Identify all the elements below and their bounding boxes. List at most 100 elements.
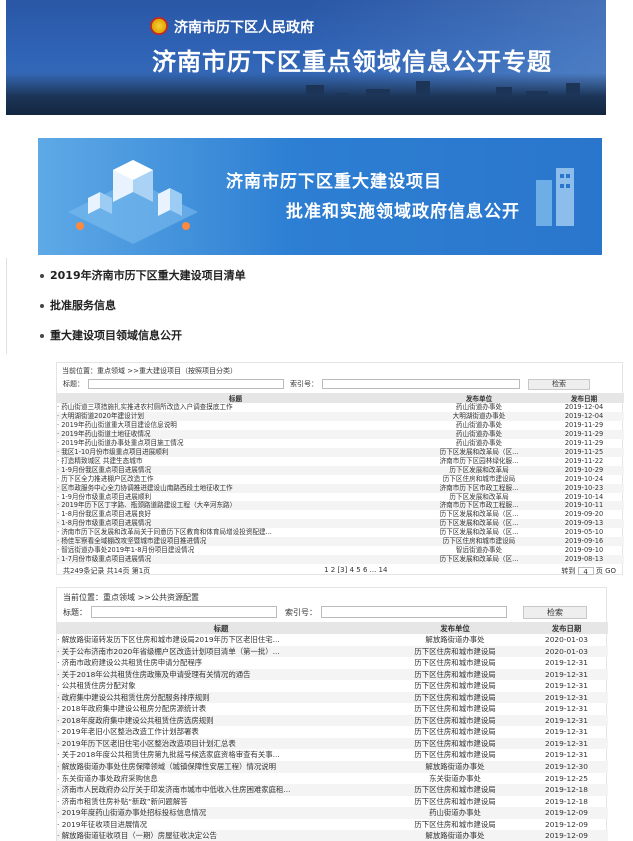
table-row[interactable]: · 1-8月份市级重点项目进展情况 历下区发展和改革局（区... 2019-09-1…	[57, 519, 624, 529]
row-title-link[interactable]: · 2018年政府集中建设公租房分配房源统计表	[57, 703, 385, 715]
index-search-input[interactable]	[321, 606, 507, 618]
row-date: 2019-05-10	[564, 528, 604, 537]
table-row[interactable]: · 大明湖街道2020年建设计划 大明湖街道办事处 2019-12-04	[57, 411, 624, 421]
row-title-link[interactable]: · 1-8月份我区重点项目进展良好	[57, 510, 414, 519]
index-label: 索引号：	[290, 380, 318, 388]
row-title-link[interactable]: · 2019年药山街道重大项目建设信息说明	[57, 421, 414, 430]
project-banner[interactable]: 济南市历下区重大建设项目 批准和实施领域政府信息公开	[38, 138, 602, 255]
table-row[interactable]: · 我区1-10月份市级重点项目进展顺利 历下区发展和改革局（区... 2019-1…	[57, 447, 624, 457]
row-title-link[interactable]: · 解放路街道征收项目（一期）房屋征收决定公告	[57, 830, 385, 841]
row-title-link[interactable]: · 智远街道办事处2019年1-8月份项目建设情况	[57, 546, 414, 555]
row-publisher: 历下区发展和改革局（区...	[439, 555, 519, 564]
row-title-link[interactable]: · 关于2018年度公共租赁住房第九批摇号候选家庭资格审查有关事...	[57, 749, 385, 761]
search-button[interactable]: 检索	[523, 605, 587, 619]
table-row[interactable]: · 2019年征收项目进展情况 历下区住房和城市建设局 2019-12-09	[57, 819, 608, 831]
row-title-link[interactable]: · 1-9月份我区重点项目进展情况	[57, 466, 414, 475]
table-row[interactable]: · 2018年政府集中建设公租房分配房源统计表 历下区住房和城市建设局 2019-1…	[57, 703, 608, 715]
row-date: 2019-09-16	[564, 537, 604, 546]
table-row[interactable]: · 1-9月份市级重点项目进展顺利 历下区发展和改革局 2019-10-14	[57, 493, 624, 502]
row-title-link[interactable]: · 政府集中建设公共租赁住房分配服务排序规则	[57, 692, 385, 704]
table-row[interactable]: · 济南市租赁住房补贴“新政”新问题解答 历下区住房和城市建设局 2019-12-1…	[57, 796, 608, 808]
bullet-icon	[40, 274, 44, 278]
row-title-link[interactable]: · 2019年药山街道土地征收情况	[57, 430, 414, 439]
row-title-link[interactable]: · 济南市人民政府办公厅关于印发济南市城市中低收入住房困难家庭租...	[57, 784, 385, 796]
row-title-link[interactable]: · 我区1-10月份市级重点项目进展顺利	[57, 448, 414, 457]
menu-item-project-disclosure[interactable]: 重大建设项目领域信息公开	[40, 328, 246, 358]
menu-divider	[6, 258, 7, 354]
row-title-link[interactable]: · 1-7月份市级重点项目进展情况	[57, 555, 414, 564]
row-title-link[interactable]: · 关于公布济南市2020年省级棚户区改造计划项目清单（第一批）...	[57, 646, 385, 658]
row-date: 2019-08-13	[564, 555, 604, 564]
row-title-link[interactable]: · 2019年度药山街道办事处招标投标信息情况	[57, 807, 385, 819]
table-row[interactable]: · 济南市人民政府办公厅关于印发济南市城市中低收入住房困难家庭租... 历下区住房…	[57, 784, 608, 796]
row-date: 2019-11-29	[564, 429, 604, 438]
table-row[interactable]: · 关于2018年度公共租赁住房第九批摇号候选家庭资格审查有关事... 历下区住房…	[57, 749, 608, 761]
table-row[interactable]: · 智远街道办事处2019年1-8月份项目建设情况 智远街道办事处 2019-09-…	[57, 546, 624, 555]
table-row[interactable]: · 2019年老旧小区整治改造工作计划部署表 历下区住房和城市建设局 2019-12…	[57, 726, 608, 738]
row-title-link[interactable]: · 济南市租赁住房补贴“新政”新问题解答	[57, 796, 385, 808]
row-title-link[interactable]: · 历下区全力推进棚户区改造工作	[57, 475, 414, 484]
table-row[interactable]: · 区市政服务中心全力协调推进建设山南路西段土地征收工作 济南市历下区市政工程服.…	[57, 483, 624, 493]
city-skyline	[6, 73, 606, 115]
title-search-input[interactable]	[91, 606, 277, 618]
page-links[interactable]: 1 2 [3] 4 5 6 ... 14	[324, 566, 387, 576]
row-date: 2019-12-09	[545, 819, 588, 829]
row-title-link[interactable]: · 杨佳军察看全域棚改攻坚暨城市建设项目推进情况	[57, 537, 414, 546]
table-row[interactable]: · 药山街道三项措施扎实推进农村厕所改造入户调查摸底工作 药山街道办事处 2019-…	[57, 403, 624, 412]
row-title-link[interactable]: · 2019年历下区丁字路、瓶颈路道路建设工程（大辛河东路）	[57, 501, 414, 510]
table-row[interactable]: · 政府集中建设公共租赁住房分配服务排序规则 历下区住房和城市建设局 2019-12…	[57, 691, 608, 704]
page-jump-input[interactable]: 4	[577, 567, 594, 576]
row-title-link[interactable]: · 解放路街道办事处住房保障领域（城镇保障性安居工程）情况说明	[57, 761, 385, 773]
table-row[interactable]: · 2019年药山街道土地征收情况 药山街道办事处 2019-11-29	[57, 429, 624, 439]
table-row[interactable]: · 1-7月份市级重点项目进展情况 历下区发展和改革局（区... 2019-08-1…	[57, 555, 624, 565]
table-row[interactable]: · 2019年药山街道重大项目建设信息说明 药山街道办事处 2019-11-29	[57, 421, 624, 430]
row-title-link[interactable]: · 2019年征收项目进展情况	[57, 819, 385, 831]
row-title-link[interactable]: · 济南市政府建设公共租赁住房申请分配程序	[57, 657, 385, 669]
table-row[interactable]: · 历下区全力推进棚户区改造工作 历下区住房和城市建设局 2019-10-24	[57, 475, 624, 484]
row-title-link[interactable]: · 济南市历下区发展和改革局关于同意历下区教育和体育局增设投资配建...	[57, 528, 414, 537]
row-publisher: 药山街道办事处	[455, 429, 503, 438]
row-title-link[interactable]: · 药山街道三项措施扎实推进农村厕所改造入户调查摸底工作	[57, 403, 414, 412]
table-row[interactable]: · 解放路街道征收项目（一期）房屋征收决定公告 解放路街道办事处 2019-12-0…	[57, 830, 608, 841]
row-title-link[interactable]: · 2019年老旧小区整治改造工作计划部署表	[57, 726, 385, 738]
page-go-button[interactable]: GO	[605, 567, 616, 575]
row-title-link[interactable]: · 东关街道办事处政府采购信息	[57, 773, 385, 785]
index-search-input[interactable]	[322, 379, 520, 389]
table-row[interactable]: · 杨佳军察看全域棚改攻坚暨城市建设项目推进情况 历下区住房和城市建设局 2019-…	[57, 537, 624, 547]
table-row[interactable]: · 关于2018年公共租赁住房政策及申请受理有关情况的通告 历下区住房和城市建设局…	[57, 668, 608, 681]
row-title-link[interactable]: · 公共租赁住房分配对象	[57, 680, 385, 692]
title-search-input[interactable]	[88, 379, 284, 389]
table-row[interactable]: · 1-9月份我区重点项目进展情况 历下区发展和改革局 2019-10-29	[57, 465, 624, 475]
row-title-link[interactable]: · 2018年度政府集中建设公共租赁住房选房规则	[57, 715, 385, 727]
table-row[interactable]: · 解放路街道办事处住房保障领域（城镇保障性安居工程）情况说明 解放路街道办事处 2…	[57, 761, 608, 773]
row-publisher: 历下区住房和城市建设局	[414, 738, 496, 748]
table-row[interactable]: · 打造精致城区 共建生态城市 济南市历下区园林绿化服... 2019-11-22	[57, 457, 624, 466]
menu-item-project-list[interactable]: 2019年济南市历下区重大建设项目清单	[40, 268, 246, 298]
table-row[interactable]: · 2019年历下区丁字路、瓶颈路道路建设工程（大辛河东路） 济南市历下区市政工程…	[57, 501, 624, 511]
table-row[interactable]: · 2019年历下区老旧住宅小区整治改造项目计划汇总表 历下区住房和城市建设局 20…	[57, 737, 608, 750]
row-title-link[interactable]: · 1-8月份市级重点项目进展情况	[57, 519, 414, 528]
table-row[interactable]: · 1-8月份我区重点项目进展良好 历下区发展和改革局（区... 2019-09-2…	[57, 510, 624, 519]
menu-item-approval-service[interactable]: 批准服务信息	[40, 298, 246, 328]
row-title-link[interactable]: · 区市政服务中心全力协调推进建设山南路西段土地征收工作	[57, 484, 414, 493]
row-title-link[interactable]: · 打造精致城区 共建生态城市	[57, 457, 414, 466]
row-title-link[interactable]: · 2019年药山街道办事处重点项目施工情况	[57, 439, 414, 448]
table-row[interactable]: · 关于公布济南市2020年省级棚户区改造计划项目清单（第一批）... 历下区住房…	[57, 645, 608, 658]
table-row[interactable]: · 济南市政府建设公共租赁住房申请分配程序 历下区住房和城市建设局 2019-12-…	[57, 657, 608, 669]
row-title-link[interactable]: · 关于2018年公共租赁住房政策及申请受理有关情况的通告	[57, 669, 385, 681]
table-row[interactable]: · 2018年度政府集中建设公共租赁住房选房规则 历下区住房和城市建设局 2019-…	[57, 714, 608, 727]
column-title: 标题	[57, 622, 385, 634]
row-publisher: 历下区住房和城市建设局	[442, 537, 516, 546]
table-row[interactable]: · 济南市历下区发展和改革局关于同意历下区教育和体育局增设投资配建... 历下区发…	[57, 528, 624, 537]
table-row[interactable]: · 东关街道办事处政府采购信息 东关街道办事处 2019-12-25	[57, 773, 608, 785]
row-title-link[interactable]: · 解放路街道转发历下区住房和城市建设局2019年历下区老旧住宅...	[57, 634, 385, 646]
row-title-link[interactable]: · 2019年历下区老旧住宅小区整治改造项目计划汇总表	[57, 738, 385, 750]
row-title-link[interactable]: · 1-9月份市级重点项目进展顺利	[57, 493, 414, 502]
table-row[interactable]: · 公共租赁住房分配对象 历下区住房和城市建设局 2019-12-31	[57, 680, 608, 692]
table-row[interactable]: · 2019年度药山街道办事处招标投标信息情况 药山街道办事处 2019-12-09	[57, 807, 608, 819]
search-button[interactable]: 检索	[528, 378, 590, 390]
table-row[interactable]: · 2019年药山街道办事处重点项目施工情况 药山街道办事处 2019-11-29	[57, 439, 624, 448]
row-title-link[interactable]: · 大明湖街道2020年建设计划	[57, 412, 414, 421]
table-row[interactable]: · 解放路街道转发历下区住房和城市建设局2019年历下区老旧住宅... 解放路街道…	[57, 634, 608, 646]
row-publisher: 历下区住房和城市建设局	[414, 669, 496, 679]
